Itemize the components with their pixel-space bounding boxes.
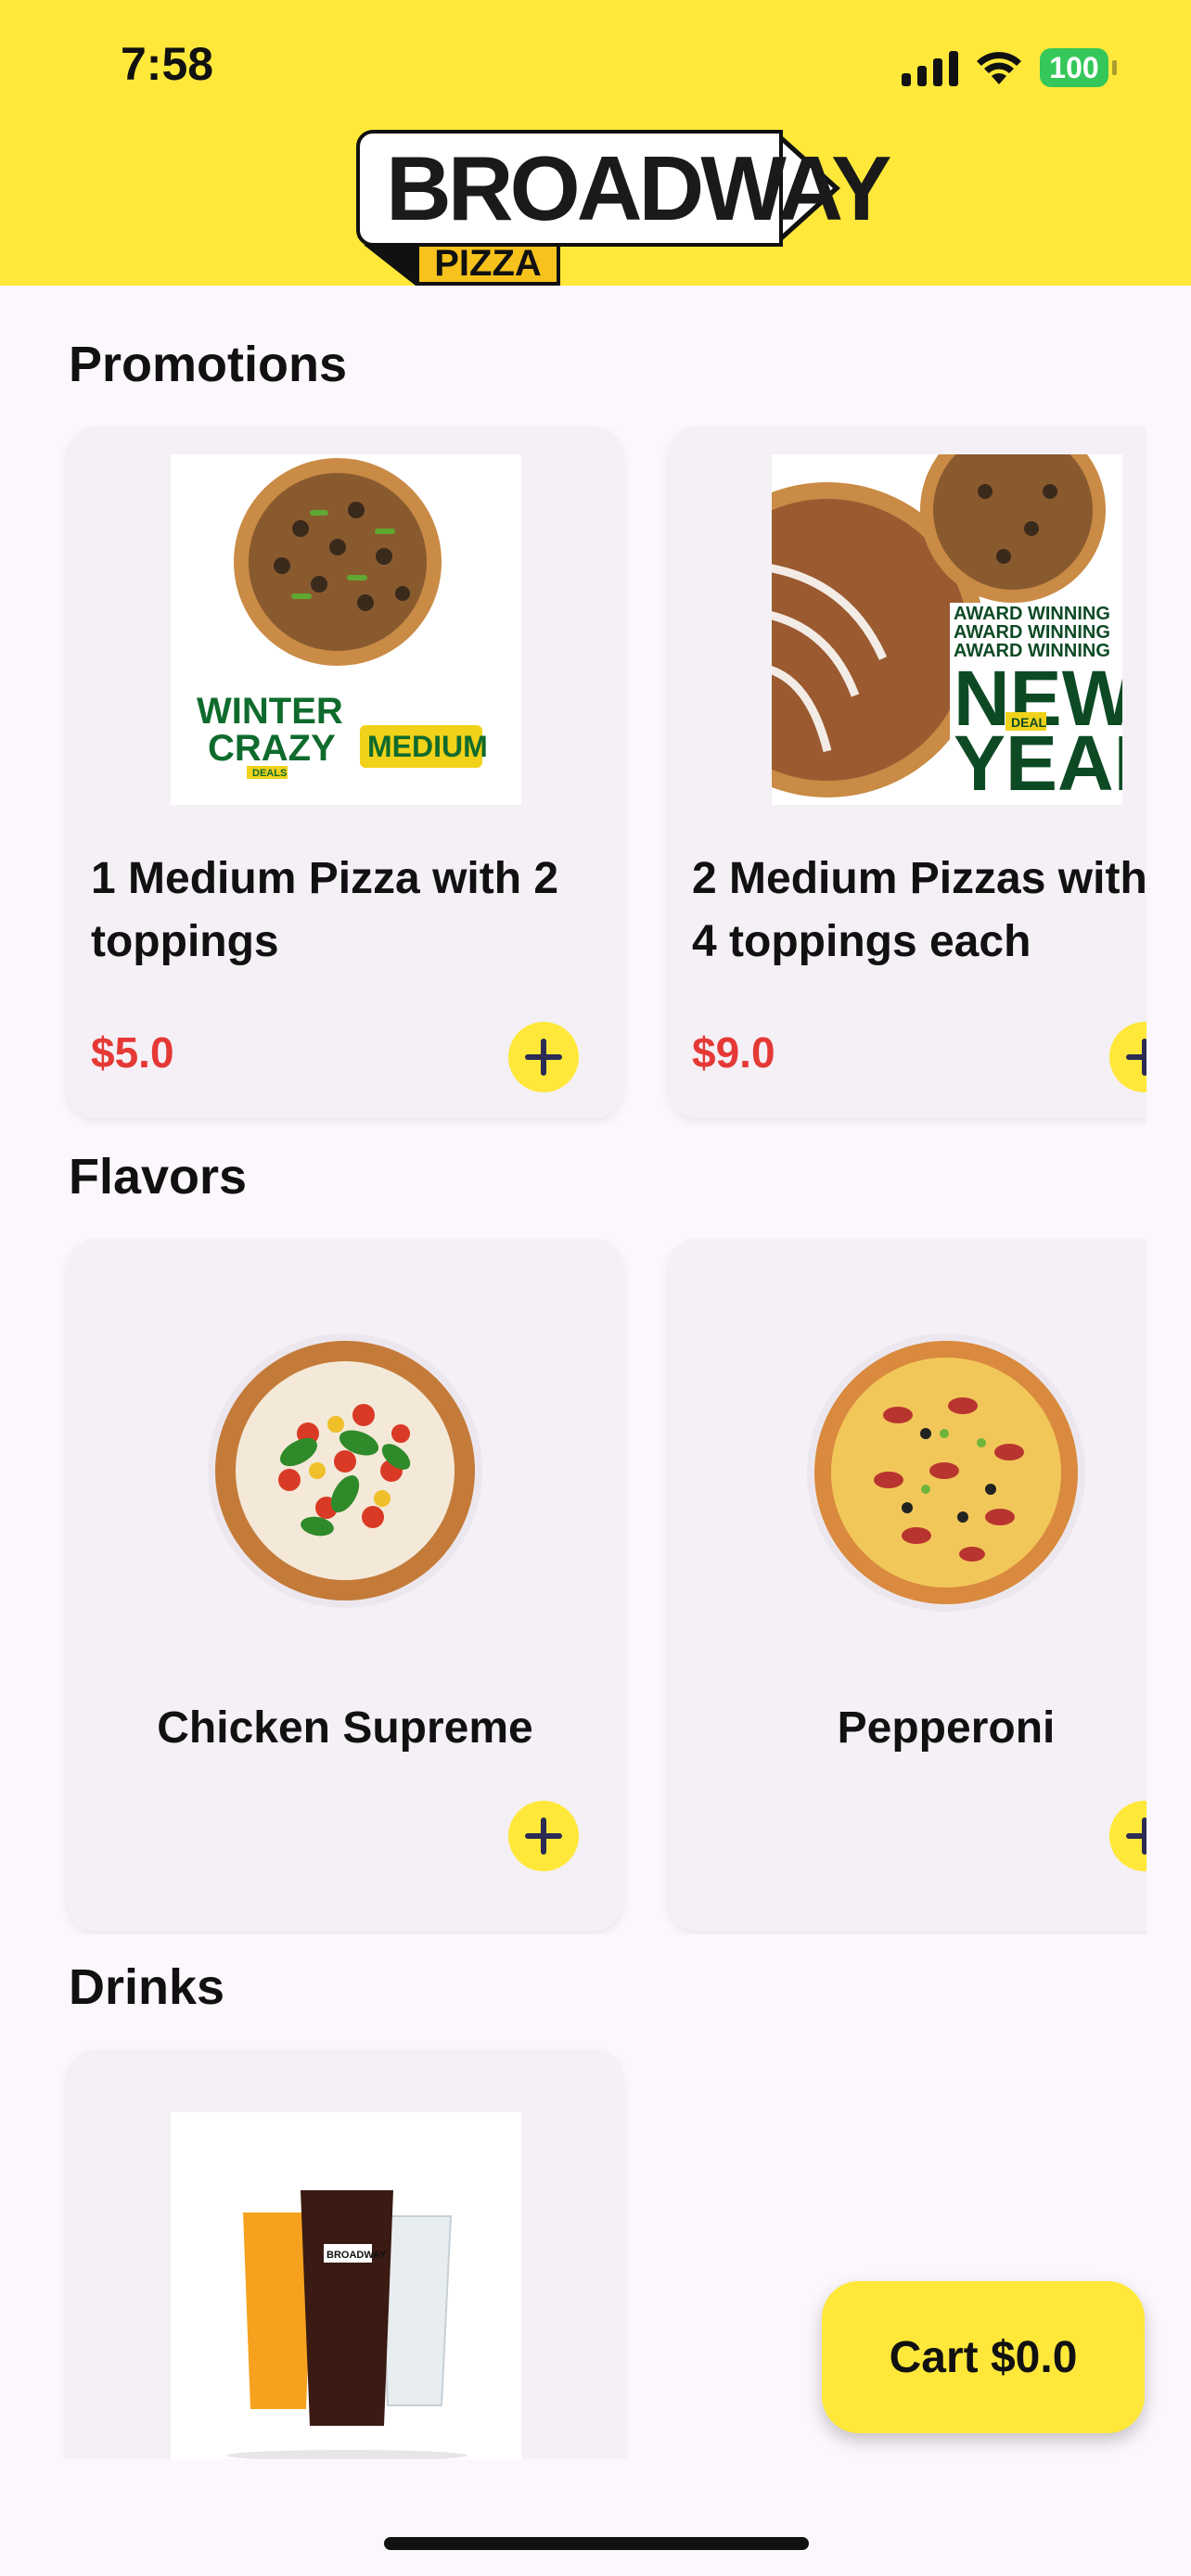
drinks-image: BROADWAY <box>226 2190 467 2459</box>
promo-title-line1: 1 Medium Pizza with 2 <box>91 854 559 903</box>
app-header: 7:58 100 PIZZA BROADWAY <box>0 0 1191 286</box>
section-title-promotions: Promotions <box>69 337 348 392</box>
cart-button[interactable]: Cart $0.0 <box>822 2281 1145 2433</box>
add-button[interactable] <box>508 1022 579 1092</box>
flavor-card[interactable]: Pepperoni <box>668 1239 1146 1931</box>
home-indicator[interactable] <box>384 2537 809 2550</box>
promotions-carousel[interactable]: WINTER CRAZY DEALS MEDIUM 1 Medium Pizza… <box>0 425 1146 1126</box>
drink-image: BROADWAY <box>171 2112 521 2459</box>
pizza-image: WINTER CRAZY DEALS MEDIUM <box>197 458 488 779</box>
promo-image-badge: DEALS <box>252 768 287 779</box>
promo-image: AWARD WINNING AWARD WINNING AWARD WINNIN… <box>670 427 1146 807</box>
flavor-name: Pepperoni <box>837 1703 1056 1753</box>
promo-card[interactable]: AWARD WINNING AWARD WINNING AWARD WINNIN… <box>668 427 1146 1118</box>
pizza-image <box>807 1333 1085 1612</box>
promo-image-big2: YEAR <box>954 720 1122 805</box>
promo-image-size: MEDIUM <box>367 730 488 763</box>
promo-title-line1: 2 Medium Pizzas with <box>692 854 1146 903</box>
promo-title-line2: toppings <box>91 917 279 966</box>
battery-tip <box>1112 60 1117 75</box>
promo-image-line1: AWARD WINNING <box>954 604 1110 624</box>
flavors-carousel[interactable]: Chicken Supreme Pepperoni <box>0 1237 1146 1934</box>
wifi-icon <box>977 52 1021 84</box>
promo-price: $9.0 <box>692 1028 775 1077</box>
add-button[interactable] <box>508 1801 579 1871</box>
battery-level: 100 <box>1049 50 1099 84</box>
promo-image: WINTER CRAZY DEALS MEDIUM <box>171 454 521 805</box>
plus-icon <box>1126 1039 1146 1076</box>
pizza-image: AWARD WINNING AWARD WINNING AWARD WINNIN… <box>670 427 1146 807</box>
promo-image-line1: WINTER <box>197 691 343 732</box>
promo-price: $5.0 <box>91 1028 174 1077</box>
drink-card[interactable]: BROADWAY <box>67 2049 623 2459</box>
promo-card[interactable]: WINTER CRAZY DEALS MEDIUM 1 Medium Pizza… <box>67 427 623 1118</box>
add-button[interactable] <box>1109 1801 1146 1871</box>
section-title-drinks: Drinks <box>69 1959 225 2015</box>
promo-title-line2: 4 toppings each <box>692 917 1031 966</box>
plus-icon <box>1126 1817 1146 1855</box>
add-button[interactable] <box>1109 1022 1146 1092</box>
cup-label: BROADWAY <box>327 2250 387 2261</box>
logo-flag <box>364 245 416 286</box>
cellular-signal-icon <box>902 49 958 86</box>
logo-wordmark: BROADWAY <box>356 130 892 247</box>
status-icons: 100 <box>902 45 1117 91</box>
promo-image-line2: AWARD WINNING <box>954 622 1110 643</box>
battery-icon: 100 <box>1040 48 1108 87</box>
pizza-image <box>208 1333 482 1608</box>
promo-image-badge: DEAL <box>1011 715 1047 730</box>
status-time: 7:58 <box>121 38 214 90</box>
plus-icon <box>525 1817 562 1855</box>
section-title-flavors: Flavors <box>69 1149 248 1205</box>
flavor-name: Chicken Supreme <box>157 1703 533 1753</box>
plus-icon <box>525 1039 562 1076</box>
flavor-card[interactable]: Chicken Supreme <box>67 1239 623 1931</box>
promo-image-line2: CRAZY <box>208 728 336 769</box>
logo-sub: PIZZA <box>416 243 560 286</box>
brand-logo: PIZZA BROADWAY <box>356 130 892 286</box>
